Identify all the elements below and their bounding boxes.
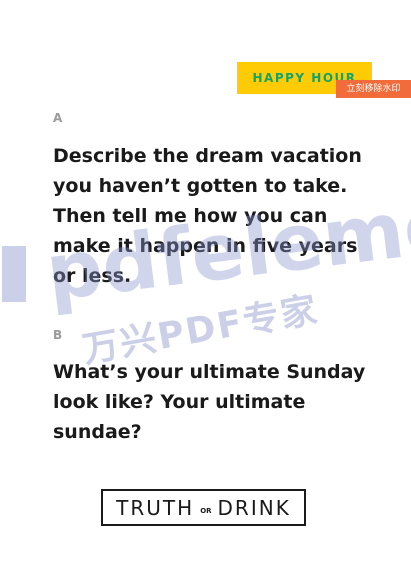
question-a-letter: A [53,111,63,125]
watermark-bar [2,246,26,302]
remove-watermark-button[interactable]: 立刻移除水印 [336,80,411,98]
question-a-line: Then tell me how you can [53,205,328,227]
question-a-line: or less. [53,265,132,287]
question-a-text: Describe the dream vacation you haven’t … [53,141,373,291]
logo-word-drink: DRINK [217,495,291,520]
logo-word-or: OR [200,506,212,515]
truth-or-drink-logo: TRUTH OR DRINK [101,489,306,526]
question-a-line: you haven’t gotten to take. [53,175,348,197]
question-b-text: What’s your ultimate Sunday look like? Y… [53,357,373,447]
question-b-line: What’s your ultimate Sunday [53,361,366,383]
question-b-line: look like? Your ultimate [53,391,306,413]
question-b-letter: B [53,328,63,342]
question-b-line: sundae? [53,421,142,443]
logo-word-truth: TRUTH [116,495,195,520]
question-a-line: Describe the dream vacation [53,145,362,167]
question-a-line: make it happen in five years [53,235,358,257]
